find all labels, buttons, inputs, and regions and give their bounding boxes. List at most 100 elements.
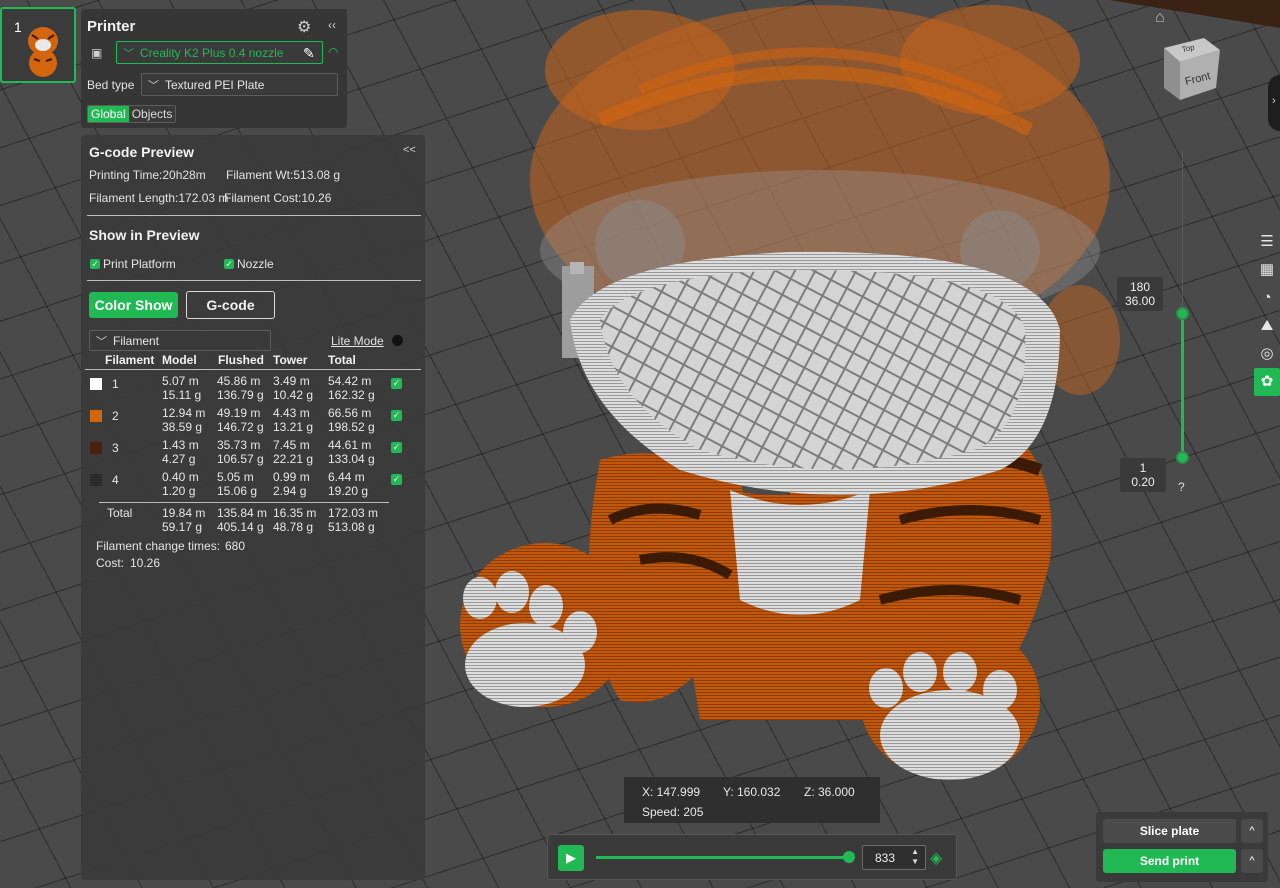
tab-objects[interactable]: Objects <box>128 106 176 122</box>
filament-total-g: 133.04 g <box>328 452 375 466</box>
filament-visible-checkbox[interactable]: ✓ <box>391 378 402 389</box>
bed-type-select[interactable]: ﹀ Textured PEI Plate <box>141 73 338 96</box>
collapse-icon[interactable]: ‹‹ <box>328 18 336 32</box>
speed-gauge-icon[interactable]: ◔ <box>1254 284 1280 312</box>
col-tower: Tower <box>273 353 308 367</box>
nozzle-label: Nozzle <box>237 257 274 271</box>
layers-icon[interactable]: ◈ <box>930 848 942 868</box>
right-toolbar: ☰ ▦ ◔ ⛰ ◎ ✿ <box>1254 228 1280 396</box>
navigation-cube[interactable]: Top Front <box>1158 36 1222 104</box>
total-tower-g: 48.78 g <box>273 520 314 534</box>
printing-time: Printing Time:20h28m <box>89 168 206 182</box>
print-platform-checkbox[interactable]: ✓ Print Platform <box>90 257 176 271</box>
expand-side-button[interactable]: › <box>1268 75 1280 131</box>
filament-visible-checkbox[interactable]: ✓ <box>391 474 402 485</box>
cost-label: Cost: <box>96 556 125 570</box>
bottom-layer-number: 1 <box>1139 461 1147 475</box>
filament-model-g: 38.59 g <box>162 420 203 434</box>
send-options-caret[interactable]: ^ <box>1241 849 1263 873</box>
filament-model-m: 5.07 m <box>162 374 199 388</box>
color-show-button[interactable]: Color Show <box>89 292 178 318</box>
coordinate-readout: X: 147.999 Y: 160.032 Z: 36.000 Speed: 2… <box>624 777 880 823</box>
filament-length: Filament Length:172.03 m <box>89 191 229 205</box>
filament-total-g: 19.20 g <box>328 484 369 498</box>
nozzle-checkbox[interactable]: ✓ Nozzle <box>224 257 274 271</box>
filament-tower-g: 10.42 g <box>273 388 314 402</box>
divider <box>99 502 389 503</box>
grid-view-icon[interactable]: ▦ <box>1254 256 1280 284</box>
bottom-layer-label: 1 0.20 <box>1120 458 1166 492</box>
bed-type-value: Textured PEI Plate <box>165 77 265 92</box>
total-label: Total <box>107 506 133 520</box>
lite-mode-toggle[interactable] <box>392 335 403 346</box>
target-icon[interactable]: ◎ <box>1254 340 1280 368</box>
spinner-icon[interactable]: ▲ ▼ <box>911 847 919 867</box>
move-slider-handle[interactable] <box>843 851 855 863</box>
scope-toggle: Global Objects <box>87 105 177 123</box>
bed-type-label: Bed type <box>87 78 135 92</box>
layer-slider-top-handle[interactable] <box>1176 307 1189 320</box>
total-flushed-g: 405.14 g <box>217 520 264 534</box>
move-step-input[interactable]: 833 ▲ ▼ <box>862 845 926 870</box>
filament-total-g: 198.52 g <box>328 420 375 434</box>
filament-flushed-m: 5.05 m <box>217 470 254 484</box>
filament-tower-g: 13.21 g <box>273 420 314 434</box>
bottom-layer-height: 0.20 <box>1131 475 1155 489</box>
filament-row: 2 12.94 m 38.59 g 49.19 m 146.72 g 4.43 m 13.2… <box>81 406 425 438</box>
wifi-icon[interactable]: ◠ <box>328 45 338 59</box>
filament-tower-g: 22.21 g <box>273 452 314 466</box>
layer-slider-bottom-handle[interactable] <box>1176 451 1189 464</box>
gcode-button[interactable]: G-code <box>186 291 275 319</box>
gcode-preview-title: G-code Preview <box>89 144 195 160</box>
filament-visible-checkbox[interactable]: ✓ <box>391 410 402 421</box>
filament-tower-g: 2.94 g <box>273 484 307 498</box>
totals-row: Total 19.84 m 59.17 g 135.84 m 405.14 g … <box>81 506 425 538</box>
help-icon[interactable]: ? <box>1178 480 1185 494</box>
chevron-down-icon: ﹀ <box>96 335 107 348</box>
layers-view-icon[interactable]: ☰ <box>1254 228 1280 256</box>
speed-readout: Speed: 205 <box>642 805 704 819</box>
layer-slider-track[interactable] <box>1181 313 1184 457</box>
filament-visible-checkbox[interactable]: ✓ <box>391 442 402 453</box>
coord-z: Z: 36.000 <box>804 785 855 799</box>
edit-icon[interactable]: ✎ <box>303 45 315 62</box>
slice-options-caret[interactable]: ^ <box>1241 819 1263 843</box>
filament-color-swatch[interactable] <box>90 442 102 454</box>
filament-id: 3 <box>112 441 119 455</box>
col-total: Total <box>328 353 356 367</box>
action-panel: Slice plate ^ Send print ^ <box>1096 812 1268 882</box>
tab-global[interactable]: Global <box>88 106 129 122</box>
filament-color-swatch[interactable] <box>90 378 102 390</box>
filament-id: 2 <box>112 409 119 423</box>
slice-plate-button[interactable]: Slice plate <box>1103 819 1236 843</box>
filament-color-swatch[interactable] <box>90 474 102 486</box>
color-view-icon[interactable]: ✿ <box>1254 368 1280 396</box>
filament-color-swatch[interactable] <box>90 410 102 422</box>
plate-thumbnail[interactable]: 1 <box>0 7 76 83</box>
filament-flushed-g: 136.79 g <box>217 388 264 402</box>
play-icon[interactable]: ▶ <box>558 845 584 871</box>
gear-icon[interactable]: ⚙ <box>297 17 311 37</box>
move-slider-track[interactable] <box>596 856 850 859</box>
home-icon[interactable]: ⌂ <box>1155 9 1165 27</box>
filament-id: 4 <box>112 473 119 487</box>
filament-tower-m: 7.45 m <box>273 438 310 452</box>
gcode-preview-panel: G-code Preview << Printing Time:20h28m F… <box>81 135 425 880</box>
printer-panel: Printer ⚙ ‹‹ ▣ ﹀ Creality K2 Plus 0.4 no… <box>81 9 347 128</box>
view-type-select[interactable]: ﹀ Filament <box>89 330 271 351</box>
filament-flushed-g: 15.06 g <box>217 484 258 498</box>
printer-preset-select[interactable]: ﹀ Creality K2 Plus 0.4 nozzle <box>116 41 323 64</box>
collapse-icon[interactable]: << <box>403 144 416 156</box>
move-step-value: 833 <box>875 851 896 865</box>
divider <box>85 369 421 370</box>
filament-change-times-value: 680 <box>225 539 246 553</box>
col-model: Model <box>162 353 197 367</box>
top-layer-height: 36.00 <box>1124 294 1156 308</box>
layer-slider-inactive-track <box>1182 150 1183 313</box>
send-print-button[interactable]: Send print <box>1103 849 1236 873</box>
total-total-m: 172.03 m <box>328 506 379 520</box>
build-plate-icon[interactable]: ⛰ <box>1254 312 1280 340</box>
lite-mode-label[interactable]: Lite Mode <box>331 334 384 348</box>
filament-row: 1 5.07 m 15.11 g 45.86 m 136.79 g 3.49 m 10.42… <box>81 374 425 406</box>
filament-cost: Filament Cost:10.26 <box>224 191 332 205</box>
